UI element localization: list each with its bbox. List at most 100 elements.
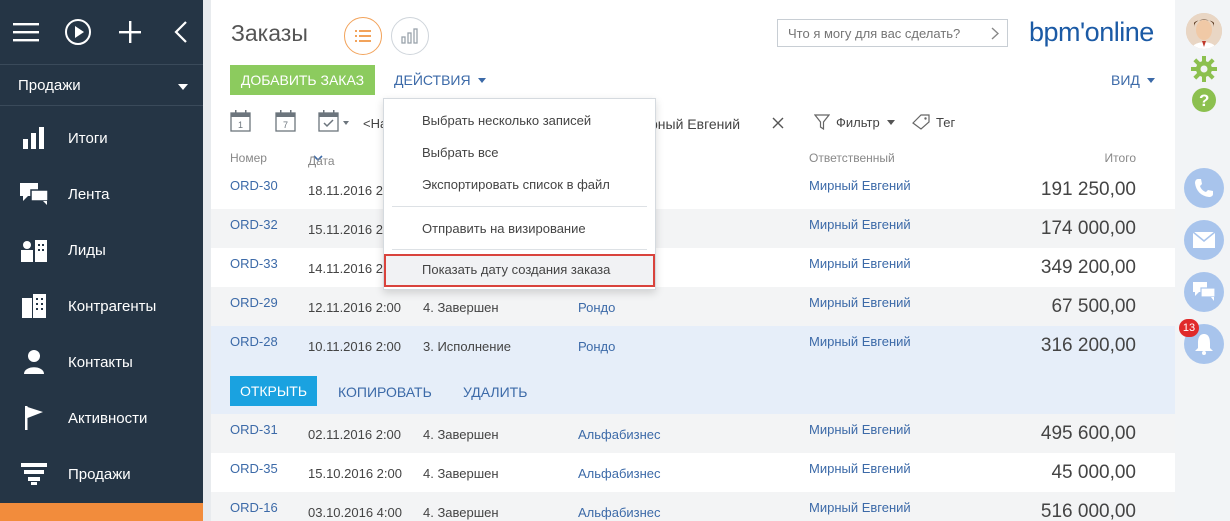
- nav-item-contacts[interactable]: Контакты: [0, 334, 203, 390]
- analytics-view-button[interactable]: [391, 17, 429, 55]
- owner-link[interactable]: Мирный Евгений: [809, 500, 911, 515]
- view-menu-button[interactable]: ВИД: [1111, 72, 1155, 88]
- order-state: 3. Исполнение: [423, 339, 511, 354]
- table-row[interactable]: ORD-35 15.10.2016 2:00 4. Завершен Альфа…: [211, 453, 1175, 492]
- menu-item-select-multiple[interactable]: Выбрать несколько записей: [422, 113, 591, 128]
- column-header-owner[interactable]: Ответственный: [809, 151, 895, 165]
- collapse-icon[interactable]: [165, 16, 197, 48]
- list-view-button[interactable]: [344, 17, 382, 55]
- table-row[interactable]: ORD-31 02.11.2016 2:00 4. Завершен Альфа…: [211, 414, 1175, 453]
- page-title: Заказы: [231, 20, 308, 46]
- order-number-link[interactable]: ORD-33: [230, 256, 278, 271]
- owner-link[interactable]: Мирный Евгений: [809, 461, 911, 476]
- nav-item-active-indicator[interactable]: [0, 503, 203, 521]
- delete-button[interactable]: УДАЛИТЬ: [463, 384, 527, 400]
- column-header-number[interactable]: Номер: [230, 151, 267, 165]
- owner-link[interactable]: Мирный Евгений: [809, 256, 911, 271]
- nav-item-feed[interactable]: Лента: [0, 166, 203, 222]
- nav-item-label: Контакты: [68, 353, 133, 371]
- nav-item-leads[interactable]: Лиды: [0, 222, 203, 278]
- order-number-link[interactable]: ORD-29: [230, 295, 278, 310]
- account-link[interactable]: Альфабизнес: [578, 466, 661, 481]
- filter-menu-button[interactable]: Фильтр: [814, 114, 895, 130]
- table-row-selected[interactable]: ORD-28 10.11.2016 2:00 3. Исполнение Рон…: [211, 326, 1175, 366]
- owner-link[interactable]: Мирный Евгений: [809, 422, 911, 437]
- chat-icon[interactable]: [1184, 272, 1224, 312]
- plus-icon[interactable]: [114, 16, 146, 48]
- command-search[interactable]: [777, 19, 1008, 47]
- funnel-icon: [20, 460, 48, 488]
- calendar-week-icon[interactable]: 7: [275, 110, 297, 132]
- nav-item-label: Лента: [68, 185, 110, 203]
- owner-link[interactable]: Мирный Евгений: [809, 178, 911, 193]
- menu-divider: [392, 249, 647, 250]
- avatar[interactable]: [1186, 13, 1222, 49]
- funnel-filter-icon: [814, 114, 830, 130]
- chevron-down-icon: [178, 84, 188, 90]
- column-header-date[interactable]: Дата: [308, 151, 335, 168]
- search-input[interactable]: [778, 20, 978, 46]
- account-link[interactable]: Альфабизнес: [578, 427, 661, 442]
- table-row[interactable]: ORD-32 15.11.2016 2: Мирный Евгений 174 …: [211, 209, 1175, 248]
- account-link[interactable]: Рондо: [578, 300, 615, 315]
- nav-item-label: Итоги: [68, 129, 108, 147]
- nav-item-label: Контрагенты: [68, 297, 157, 315]
- account-link[interactable]: Рондо: [578, 339, 615, 354]
- email-icon[interactable]: [1184, 220, 1224, 260]
- menu-divider: [392, 206, 647, 207]
- menu-item-export[interactable]: Экспортировать список в файл: [422, 177, 610, 192]
- nav-item-accounts[interactable]: Контрагенты: [0, 278, 203, 334]
- calendar-check-icon[interactable]: [318, 110, 349, 132]
- owner-link[interactable]: Мирный Евгений: [809, 334, 911, 349]
- order-date: 18.11.2016 2:: [308, 183, 387, 198]
- table-row[interactable]: ORD-30 18.11.2016 2: Мирный Евгений 191 …: [211, 170, 1175, 209]
- open-button[interactable]: ОТКРЫТЬ: [230, 376, 317, 406]
- add-order-button[interactable]: ДОБАВИТЬ ЗАКАЗ: [230, 65, 375, 95]
- nav-item-totals[interactable]: Итоги: [0, 110, 203, 166]
- nav-item-sales[interactable]: Продажи: [0, 446, 203, 502]
- order-number-link[interactable]: ORD-28: [230, 334, 278, 349]
- owner-link[interactable]: Мирный Евгений: [809, 295, 911, 310]
- gear-icon[interactable]: [1190, 55, 1218, 83]
- column-header-total[interactable]: Итого: [1105, 151, 1136, 165]
- table-row[interactable]: ORD-16 03.10.2016 4:00 4. Завершен Альфа…: [211, 492, 1175, 521]
- person-icon: [20, 348, 48, 376]
- nav-item-activities[interactable]: Активности: [0, 390, 203, 446]
- order-date: 14.11.2016 2:: [308, 261, 387, 276]
- menu-item-show-creation-date[interactable]: Показать дату создания заказа: [384, 254, 655, 287]
- chevron-down-icon: [1146, 77, 1155, 83]
- tag-button[interactable]: Тег: [912, 114, 955, 130]
- menu-item-send-for-approval[interactable]: Отправить на визирование: [422, 221, 586, 236]
- order-number-link[interactable]: ORD-30: [230, 178, 278, 193]
- owner-filter-chip[interactable]: рный Евгений: [650, 116, 740, 132]
- order-number-link[interactable]: ORD-35: [230, 461, 278, 476]
- copy-button[interactable]: КОПИРОВАТЬ: [338, 384, 432, 400]
- nav-list: Итоги Лента Лиды Контрагенты Контакты Ак…: [0, 110, 203, 502]
- main-content: Заказы bpm'online ДОБАВИТЬ ЗАКАЗ ДЕЙСТВИ…: [211, 0, 1175, 521]
- close-icon[interactable]: [772, 116, 784, 134]
- notification-badge: 13: [1179, 319, 1199, 337]
- order-number-link[interactable]: ORD-31: [230, 422, 278, 437]
- account-link[interactable]: Альфабизнес: [578, 505, 661, 520]
- order-total: 45 000,00: [1051, 462, 1136, 483]
- building-icon: [20, 292, 48, 320]
- order-number-link[interactable]: ORD-16: [230, 500, 278, 515]
- play-icon[interactable]: [62, 16, 94, 48]
- order-date: 15.11.2016 2:: [308, 222, 387, 237]
- order-total: 67 500,00: [1051, 296, 1136, 317]
- phone-icon[interactable]: [1184, 168, 1224, 208]
- chevron-right-icon[interactable]: [991, 27, 1000, 45]
- order-date: 02.11.2016 2:00: [308, 427, 402, 442]
- help-icon[interactable]: ?: [1190, 86, 1218, 114]
- actions-menu-button[interactable]: ДЕЙСТВИЯ: [394, 72, 486, 88]
- table-row[interactable]: ORD-33 14.11.2016 2: Мирный Евгений 349 …: [211, 248, 1175, 287]
- calendar-day-icon[interactable]: 1: [230, 110, 252, 132]
- order-date: 15.10.2016 2:00: [308, 466, 402, 481]
- table-row[interactable]: ORD-29 12.11.2016 2:00 4. Завершен Рондо…: [211, 287, 1175, 326]
- order-number-link[interactable]: ORD-32: [230, 217, 278, 232]
- section-selector[interactable]: Продажи: [0, 64, 203, 106]
- menu-item-select-all[interactable]: Выбрать все: [422, 145, 498, 160]
- menu-icon[interactable]: [10, 16, 42, 48]
- svg-text:1: 1: [238, 120, 243, 130]
- owner-link[interactable]: Мирный Евгений: [809, 217, 911, 232]
